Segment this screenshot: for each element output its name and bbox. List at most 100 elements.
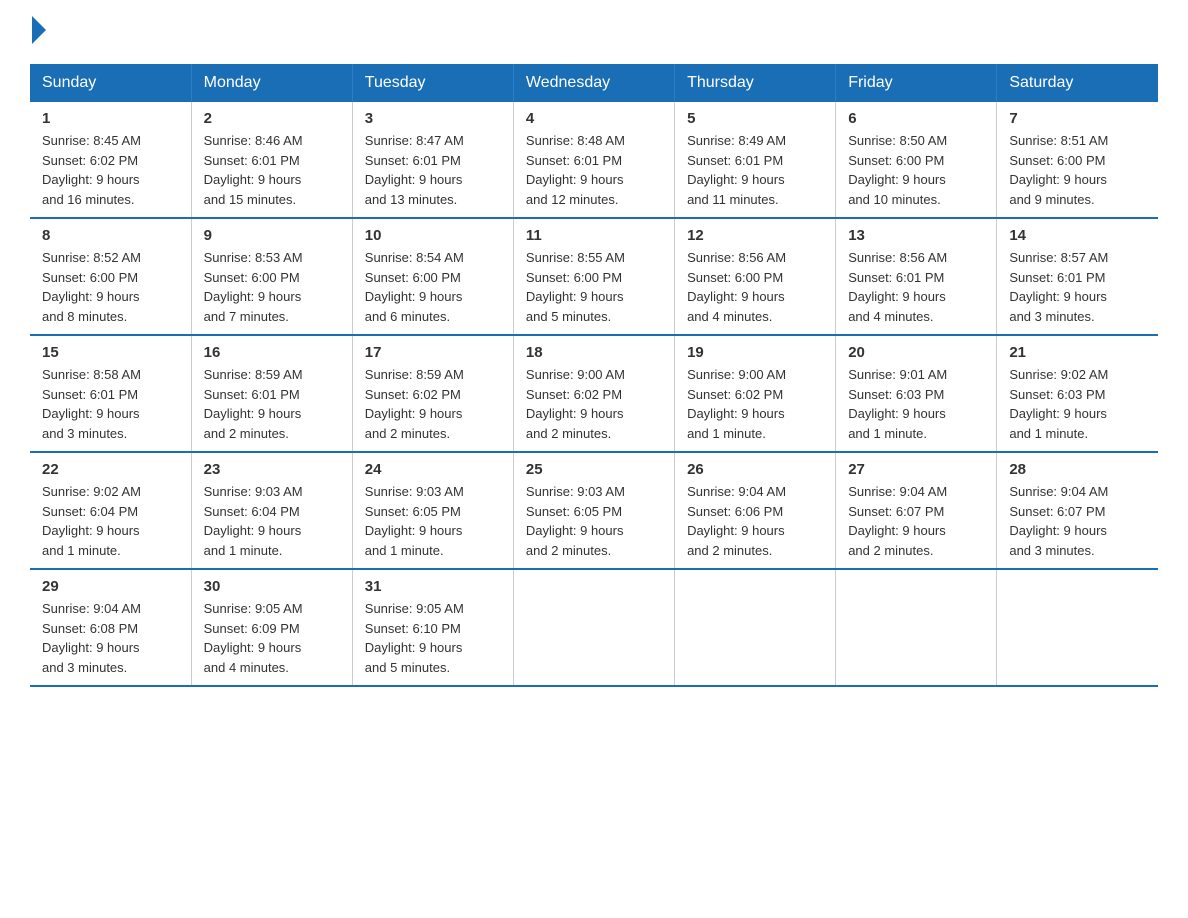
calendar-day-cell: 21 Sunrise: 9:02 AMSunset: 6:03 PMDaylig…	[997, 335, 1158, 452]
calendar-day-cell	[997, 569, 1158, 686]
day-number: 31	[365, 578, 501, 595]
calendar-day-cell: 25 Sunrise: 9:03 AMSunset: 6:05 PMDaylig…	[513, 452, 674, 569]
calendar-day-cell: 13 Sunrise: 8:56 AMSunset: 6:01 PMDaylig…	[836, 218, 997, 335]
calendar-day-cell: 27 Sunrise: 9:04 AMSunset: 6:07 PMDaylig…	[836, 452, 997, 569]
day-number: 21	[1009, 344, 1146, 361]
day-number: 22	[42, 461, 179, 478]
day-number: 1	[42, 110, 179, 127]
day-number: 30	[204, 578, 340, 595]
day-number: 13	[848, 227, 984, 244]
day-info: Sunrise: 8:46 AMSunset: 6:01 PMDaylight:…	[204, 131, 340, 209]
day-number: 16	[204, 344, 340, 361]
day-number: 11	[526, 227, 662, 244]
day-number: 8	[42, 227, 179, 244]
day-of-week-header: Friday	[836, 64, 997, 102]
calendar-day-cell: 30 Sunrise: 9:05 AMSunset: 6:09 PMDaylig…	[191, 569, 352, 686]
day-info: Sunrise: 8:54 AMSunset: 6:00 PMDaylight:…	[365, 248, 501, 326]
calendar-day-cell: 26 Sunrise: 9:04 AMSunset: 6:06 PMDaylig…	[675, 452, 836, 569]
day-info: Sunrise: 8:48 AMSunset: 6:01 PMDaylight:…	[526, 131, 662, 209]
day-number: 25	[526, 461, 662, 478]
day-number: 26	[687, 461, 823, 478]
day-info: Sunrise: 8:50 AMSunset: 6:00 PMDaylight:…	[848, 131, 984, 209]
calendar-day-cell	[513, 569, 674, 686]
calendar-day-cell: 17 Sunrise: 8:59 AMSunset: 6:02 PMDaylig…	[352, 335, 513, 452]
calendar-day-cell: 28 Sunrise: 9:04 AMSunset: 6:07 PMDaylig…	[997, 452, 1158, 569]
day-info: Sunrise: 8:52 AMSunset: 6:00 PMDaylight:…	[42, 248, 179, 326]
day-of-week-header: Thursday	[675, 64, 836, 102]
calendar-day-cell: 4 Sunrise: 8:48 AMSunset: 6:01 PMDayligh…	[513, 102, 674, 218]
day-number: 18	[526, 344, 662, 361]
calendar-day-cell: 5 Sunrise: 8:49 AMSunset: 6:01 PMDayligh…	[675, 102, 836, 218]
day-number: 29	[42, 578, 179, 595]
calendar-week-row: 29 Sunrise: 9:04 AMSunset: 6:08 PMDaylig…	[30, 569, 1158, 686]
calendar-day-cell: 7 Sunrise: 8:51 AMSunset: 6:00 PMDayligh…	[997, 102, 1158, 218]
day-number: 9	[204, 227, 340, 244]
calendar-day-cell: 10 Sunrise: 8:54 AMSunset: 6:00 PMDaylig…	[352, 218, 513, 335]
calendar-day-cell: 31 Sunrise: 9:05 AMSunset: 6:10 PMDaylig…	[352, 569, 513, 686]
day-info: Sunrise: 9:00 AMSunset: 6:02 PMDaylight:…	[526, 365, 662, 443]
day-of-week-header: Saturday	[997, 64, 1158, 102]
calendar-table: SundayMondayTuesdayWednesdayThursdayFrid…	[30, 64, 1158, 687]
calendar-day-cell: 23 Sunrise: 9:03 AMSunset: 6:04 PMDaylig…	[191, 452, 352, 569]
calendar-day-cell: 9 Sunrise: 8:53 AMSunset: 6:00 PMDayligh…	[191, 218, 352, 335]
day-info: Sunrise: 9:00 AMSunset: 6:02 PMDaylight:…	[687, 365, 823, 443]
calendar-day-cell: 22 Sunrise: 9:02 AMSunset: 6:04 PMDaylig…	[30, 452, 191, 569]
calendar-day-cell: 1 Sunrise: 8:45 AMSunset: 6:02 PMDayligh…	[30, 102, 191, 218]
calendar-header-row: SundayMondayTuesdayWednesdayThursdayFrid…	[30, 64, 1158, 102]
day-number: 19	[687, 344, 823, 361]
calendar-day-cell: 16 Sunrise: 8:59 AMSunset: 6:01 PMDaylig…	[191, 335, 352, 452]
calendar-day-cell	[836, 569, 997, 686]
calendar-day-cell: 15 Sunrise: 8:58 AMSunset: 6:01 PMDaylig…	[30, 335, 191, 452]
day-info: Sunrise: 9:02 AMSunset: 6:04 PMDaylight:…	[42, 482, 179, 560]
day-info: Sunrise: 8:59 AMSunset: 6:02 PMDaylight:…	[365, 365, 501, 443]
calendar-day-cell: 18 Sunrise: 9:00 AMSunset: 6:02 PMDaylig…	[513, 335, 674, 452]
day-number: 4	[526, 110, 662, 127]
calendar-day-cell: 20 Sunrise: 9:01 AMSunset: 6:03 PMDaylig…	[836, 335, 997, 452]
day-number: 27	[848, 461, 984, 478]
day-of-week-header: Monday	[191, 64, 352, 102]
day-info: Sunrise: 9:04 AMSunset: 6:07 PMDaylight:…	[1009, 482, 1146, 560]
logo-triangle-icon	[32, 16, 46, 44]
calendar-day-cell: 19 Sunrise: 9:00 AMSunset: 6:02 PMDaylig…	[675, 335, 836, 452]
calendar-day-cell	[675, 569, 836, 686]
day-number: 28	[1009, 461, 1146, 478]
day-number: 2	[204, 110, 340, 127]
day-number: 14	[1009, 227, 1146, 244]
calendar-day-cell: 8 Sunrise: 8:52 AMSunset: 6:00 PMDayligh…	[30, 218, 191, 335]
day-info: Sunrise: 8:58 AMSunset: 6:01 PMDaylight:…	[42, 365, 179, 443]
day-number: 10	[365, 227, 501, 244]
day-of-week-header: Wednesday	[513, 64, 674, 102]
calendar-week-row: 1 Sunrise: 8:45 AMSunset: 6:02 PMDayligh…	[30, 102, 1158, 218]
calendar-day-cell: 12 Sunrise: 8:56 AMSunset: 6:00 PMDaylig…	[675, 218, 836, 335]
calendar-week-row: 8 Sunrise: 8:52 AMSunset: 6:00 PMDayligh…	[30, 218, 1158, 335]
day-info: Sunrise: 9:04 AMSunset: 6:08 PMDaylight:…	[42, 599, 179, 677]
logo	[30, 20, 46, 44]
day-info: Sunrise: 8:47 AMSunset: 6:01 PMDaylight:…	[365, 131, 501, 209]
day-info: Sunrise: 9:04 AMSunset: 6:06 PMDaylight:…	[687, 482, 823, 560]
day-info: Sunrise: 9:03 AMSunset: 6:04 PMDaylight:…	[204, 482, 340, 560]
day-number: 12	[687, 227, 823, 244]
calendar-day-cell: 3 Sunrise: 8:47 AMSunset: 6:01 PMDayligh…	[352, 102, 513, 218]
day-number: 5	[687, 110, 823, 127]
day-info: Sunrise: 9:01 AMSunset: 6:03 PMDaylight:…	[848, 365, 984, 443]
day-number: 6	[848, 110, 984, 127]
calendar-week-row: 15 Sunrise: 8:58 AMSunset: 6:01 PMDaylig…	[30, 335, 1158, 452]
day-of-week-header: Tuesday	[352, 64, 513, 102]
calendar-day-cell: 14 Sunrise: 8:57 AMSunset: 6:01 PMDaylig…	[997, 218, 1158, 335]
day-info: Sunrise: 9:03 AMSunset: 6:05 PMDaylight:…	[526, 482, 662, 560]
day-info: Sunrise: 8:51 AMSunset: 6:00 PMDaylight:…	[1009, 131, 1146, 209]
day-info: Sunrise: 9:04 AMSunset: 6:07 PMDaylight:…	[848, 482, 984, 560]
day-info: Sunrise: 8:59 AMSunset: 6:01 PMDaylight:…	[204, 365, 340, 443]
day-number: 3	[365, 110, 501, 127]
day-info: Sunrise: 9:05 AMSunset: 6:09 PMDaylight:…	[204, 599, 340, 677]
day-number: 17	[365, 344, 501, 361]
calendar-day-cell: 2 Sunrise: 8:46 AMSunset: 6:01 PMDayligh…	[191, 102, 352, 218]
calendar-day-cell: 6 Sunrise: 8:50 AMSunset: 6:00 PMDayligh…	[836, 102, 997, 218]
page-header	[30, 20, 1158, 44]
day-number: 20	[848, 344, 984, 361]
day-info: Sunrise: 8:49 AMSunset: 6:01 PMDaylight:…	[687, 131, 823, 209]
day-info: Sunrise: 8:56 AMSunset: 6:01 PMDaylight:…	[848, 248, 984, 326]
calendar-week-row: 22 Sunrise: 9:02 AMSunset: 6:04 PMDaylig…	[30, 452, 1158, 569]
day-number: 15	[42, 344, 179, 361]
day-of-week-header: Sunday	[30, 64, 191, 102]
